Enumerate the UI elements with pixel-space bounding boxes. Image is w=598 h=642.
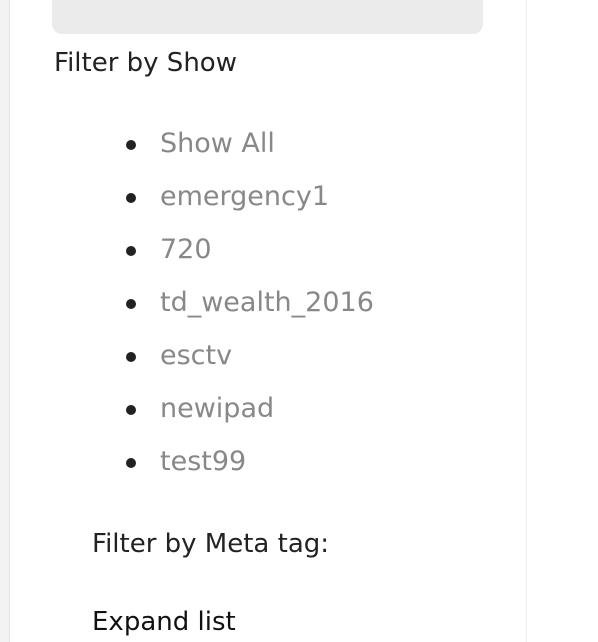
show-filter-item-show-all[interactable]: Show All	[118, 119, 374, 172]
left-edge-strip	[0, 0, 10, 642]
bullet-icon	[126, 299, 136, 309]
expand-list-link[interactable]: Expand list	[92, 602, 236, 642]
show-filter-item-test99[interactable]: test99	[118, 437, 374, 490]
show-filter-label[interactable]: esctv	[160, 340, 232, 371]
show-filter-item-720[interactable]: 720	[118, 225, 374, 278]
show-filter-label[interactable]: 720	[160, 234, 212, 265]
bullet-icon	[126, 405, 136, 415]
bullet-icon	[126, 458, 136, 468]
show-filter-item-emergency1[interactable]: emergency1	[118, 172, 374, 225]
bullet-icon	[126, 246, 136, 256]
bullet-icon	[126, 140, 136, 150]
search-bar[interactable]	[52, 0, 483, 34]
show-filter-item-newipad[interactable]: newipad	[118, 384, 374, 437]
panel-divider	[526, 0, 527, 642]
show-filter-item-td-wealth-2016[interactable]: td_wealth_2016	[118, 278, 374, 331]
bullet-icon	[126, 352, 136, 362]
show-filter-label[interactable]: test99	[160, 446, 246, 477]
page: Filter by Show Show All emergency1 720 t…	[0, 0, 598, 642]
show-filter-item-esctv[interactable]: esctv	[118, 331, 374, 384]
bullet-icon	[126, 193, 136, 203]
show-filter-label[interactable]: td_wealth_2016	[160, 287, 374, 318]
filter-by-meta-tag-label: Filter by Meta tag:	[92, 529, 330, 559]
filter-by-show-heading: Filter by Show	[54, 48, 237, 78]
show-filter-label[interactable]: emergency1	[160, 181, 329, 212]
show-filter-list: Show All emergency1 720 td_wealth_2016 e…	[118, 119, 374, 490]
show-filter-label[interactable]: newipad	[160, 393, 274, 424]
show-filter-label[interactable]: Show All	[160, 128, 275, 159]
